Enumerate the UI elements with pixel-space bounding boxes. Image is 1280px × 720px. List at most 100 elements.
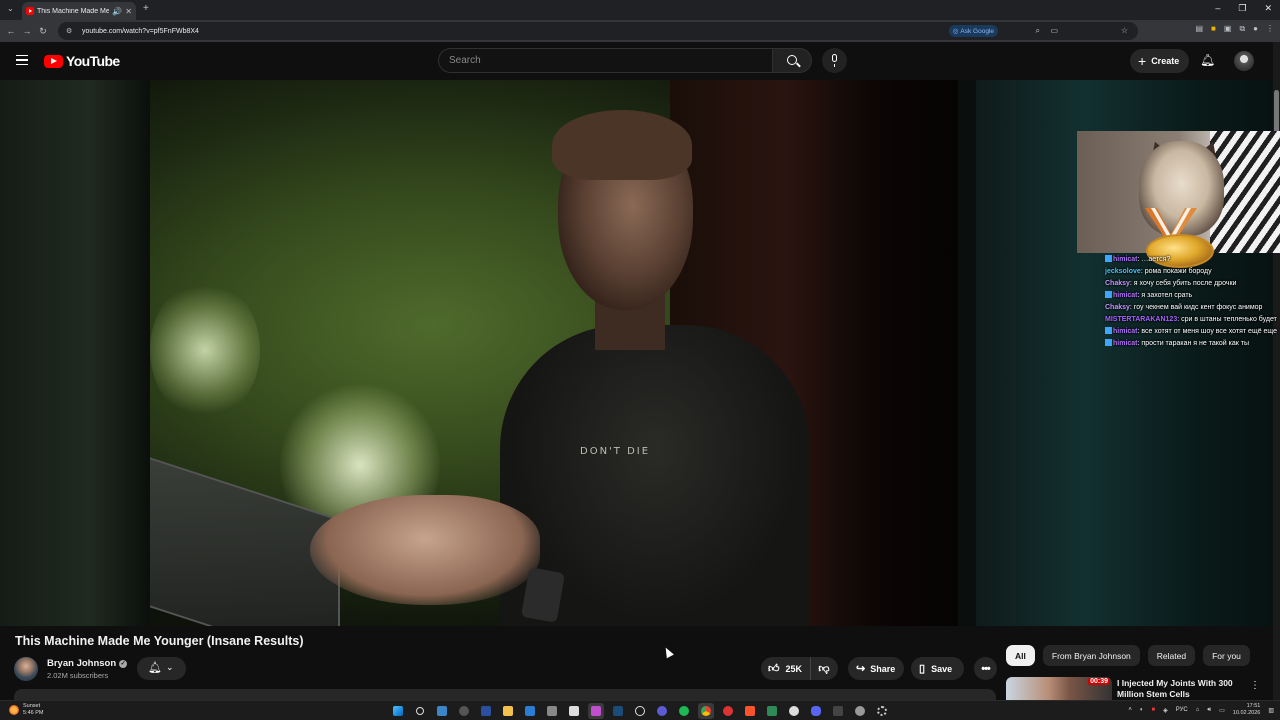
battery-icon[interactable]: ▭ xyxy=(1219,707,1225,714)
chat-message: Chaksy: гоу чекнем вай кидс кент фокус а… xyxy=(1105,303,1277,313)
guide-menu-icon[interactable] xyxy=(16,55,28,65)
discord-app-icon[interactable] xyxy=(808,703,824,719)
chat-badge-icon xyxy=(1105,255,1112,262)
chat-message: himicat: прости таракан я не такой как т… xyxy=(1105,339,1277,349)
settings-gear-icon[interactable] xyxy=(874,703,890,719)
app-icon[interactable] xyxy=(720,703,736,719)
tray-chevron-icon[interactable]: ˄ xyxy=(1128,707,1132,713)
app-icon[interactable] xyxy=(654,703,670,719)
reload-icon[interactable]: ↻ xyxy=(35,26,51,37)
chip-all[interactable]: All xyxy=(1006,645,1035,666)
chip-for-you[interactable]: For you xyxy=(1203,645,1250,666)
create-button[interactable]: + Create xyxy=(1130,49,1190,73)
taskbar-search-icon[interactable] xyxy=(412,703,428,719)
brave-app-icon[interactable] xyxy=(742,703,758,719)
gallery-app-icon[interactable] xyxy=(434,703,450,719)
chip-related[interactable]: Related xyxy=(1147,645,1196,666)
new-tab-icon[interactable]: + xyxy=(143,3,149,14)
chat-text: я хочу себя убить после дрочки xyxy=(1133,280,1237,287)
recommended-video-title[interactable]: I Injected My Joints With 300 Million St… xyxy=(1117,678,1242,700)
video-frame[interactable]: DON'T DIE xyxy=(150,80,958,626)
app-icon[interactable] xyxy=(830,703,846,719)
app-icon[interactable] xyxy=(852,703,868,719)
tray-app-icon[interactable]: ◐ xyxy=(1140,707,1144,713)
video-person-hair xyxy=(552,110,692,180)
weather-widget[interactable]: Sunset 5:46 PM xyxy=(9,703,43,717)
tray-app-icon[interactable]: ◈ xyxy=(1163,707,1168,714)
chat-badge-icon xyxy=(1105,339,1112,346)
profile-icon[interactable]: ● xyxy=(1253,24,1258,34)
tray-app-icon[interactable]: ■ xyxy=(1151,707,1155,713)
cast-icon[interactable]: ▭ xyxy=(1050,26,1058,35)
recommendation-menu-icon[interactable]: ⋮ xyxy=(1250,680,1260,691)
notifications-bell-icon[interactable]: 🔔︎ xyxy=(1200,53,1215,67)
forward-icon[interactable]: → xyxy=(19,26,35,36)
minimize-icon[interactable]: – xyxy=(1215,3,1220,14)
more-actions-button[interactable]: ••• xyxy=(974,657,997,680)
tab-search-icon[interactable]: ⌄ xyxy=(7,4,14,13)
youtube-logo[interactable]: YouTube xyxy=(44,53,120,69)
more-dots-icon: ••• xyxy=(981,662,991,675)
share-arrow-icon: ↪ xyxy=(856,663,866,675)
extension-icon[interactable]: ▤ xyxy=(1195,24,1203,34)
share-button[interactable]: ↪ Share xyxy=(848,657,904,680)
terminal-app-icon[interactable] xyxy=(478,703,494,719)
app-icon[interactable] xyxy=(456,703,472,719)
chat-message: himicat: все хотят от меня шоу все хотят… xyxy=(1105,327,1277,337)
mail-app-icon[interactable] xyxy=(522,703,538,719)
plus-icon: + xyxy=(1138,53,1147,69)
calendar-app-icon[interactable] xyxy=(566,703,582,719)
windows-start-icon[interactable] xyxy=(390,703,406,719)
app-icon[interactable] xyxy=(764,703,780,719)
active-app-icon[interactable] xyxy=(588,703,604,719)
search-button[interactable] xyxy=(772,48,812,73)
chat-text: гоу чекнем вай кидс кент фокус анимор xyxy=(1133,304,1263,311)
network-icon[interactable]: ⌂ xyxy=(1196,707,1200,713)
steam-app-icon[interactable] xyxy=(610,703,626,719)
recommended-video-thumbnail[interactable]: 00:39 xyxy=(1006,677,1112,700)
channel-name-link[interactable]: Bryan Johnson ✓ xyxy=(47,658,128,669)
close-window-icon[interactable]: ✕ xyxy=(1264,3,1272,14)
browser-tab-active[interactable]: This Machine Made Me Yo... 🔊 ✕ xyxy=(22,2,136,20)
video-ambient-left xyxy=(0,80,150,626)
dislike-button[interactable]: 👎︎ xyxy=(811,662,837,675)
subscribed-notifications-button[interactable]: 🔔︎ ⌄ xyxy=(137,657,186,680)
chat-message: himicat: …ается? xyxy=(1105,255,1277,265)
bookmark-star-icon[interactable]: ☆ xyxy=(1121,26,1128,35)
back-icon[interactable]: ← xyxy=(3,26,19,36)
app-icon[interactable] xyxy=(786,703,802,719)
volume-icon[interactable]: 🔊︎ xyxy=(1207,707,1211,714)
notification-center-icon[interactable]: ▥ xyxy=(1268,707,1274,714)
file-explorer-icon[interactable] xyxy=(500,703,516,719)
voice-search-button[interactable] xyxy=(822,48,847,73)
extension-icon[interactable]: ▣ xyxy=(1224,24,1232,34)
search-input[interactable] xyxy=(438,48,773,73)
openai-app-icon[interactable] xyxy=(632,703,648,719)
language-indicator[interactable]: РУС xyxy=(1176,707,1188,713)
restore-icon[interactable]: ❐ xyxy=(1238,3,1246,14)
zoom-icon[interactable]: ⌕ xyxy=(1036,26,1040,36)
taskbar-clock[interactable]: 17:51 10.02.2026 xyxy=(1233,703,1261,717)
chat-username: jecksolove xyxy=(1105,268,1141,275)
channel-avatar[interactable] xyxy=(14,657,38,681)
site-info-icon[interactable]: ⚙ xyxy=(66,27,74,35)
chrome-menu-icon[interactable]: ⋮ xyxy=(1266,24,1274,34)
app-icon[interactable] xyxy=(544,703,560,719)
bookmark-icon: ▯ xyxy=(919,663,926,675)
spotify-app-icon[interactable] xyxy=(676,703,692,719)
save-button[interactable]: ▯ Save xyxy=(911,657,964,680)
like-button[interactable]: 👍︎ 25K xyxy=(761,657,812,680)
extension-icon[interactable]: ■ xyxy=(1211,24,1216,34)
ask-google-button[interactable]: ◎ Ask Google xyxy=(948,25,998,37)
chat-text: все хотят от меня шоу все хотят ещё еще xyxy=(1141,328,1278,335)
chip-from-channel[interactable]: From Bryan Johnson xyxy=(1042,645,1140,666)
tab-close-icon[interactable]: ✕ xyxy=(125,7,132,16)
audio-playing-icon[interactable]: 🔊 xyxy=(112,7,122,16)
verified-badge-icon: ✓ xyxy=(119,659,128,668)
chrome-app-icon[interactable] xyxy=(698,703,714,719)
description-box[interactable] xyxy=(14,689,996,700)
account-avatar[interactable] xyxy=(1234,51,1254,71)
extensions-puzzle-icon[interactable]: ⧉ xyxy=(1239,24,1245,34)
recommendation-filter-chips: All From Bryan Johnson Related For you xyxy=(1006,645,1250,666)
address-bar[interactable]: ⚙ youtube.com/watch?v=pf5FnFWb8X4 ⌕ ▭ ◎ A… xyxy=(58,22,1138,40)
